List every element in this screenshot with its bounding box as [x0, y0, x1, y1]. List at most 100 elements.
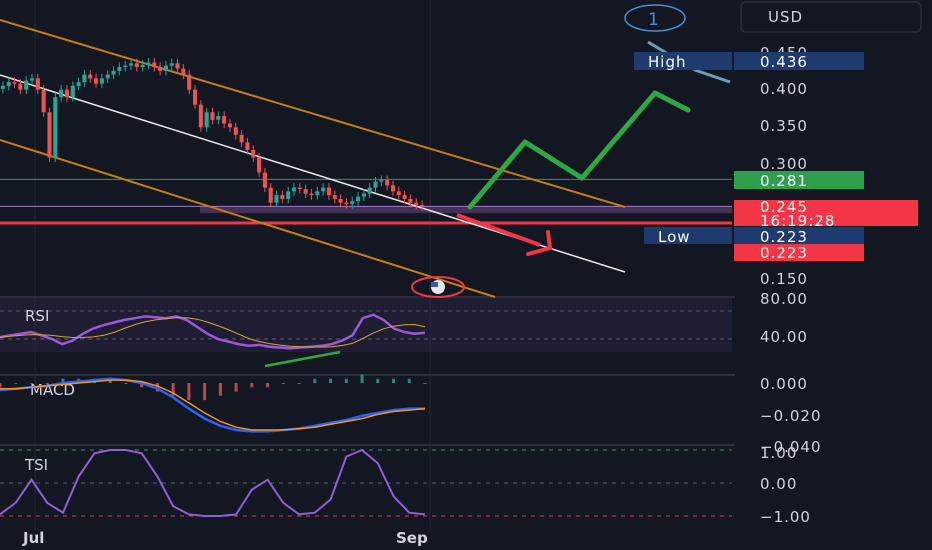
candle-body	[187, 74, 192, 90]
candle-body	[128, 63, 134, 66]
candle-body	[332, 195, 337, 199]
high-label: High	[648, 53, 686, 71]
candle-body	[70, 85, 75, 98]
macd-histogram-bar	[297, 383, 301, 384]
macd-histogram-bar	[344, 378, 348, 383]
rsi-band	[0, 298, 732, 352]
macd-histogram-bar	[234, 383, 238, 392]
tsi-tick-1: 1.00	[760, 444, 797, 462]
candle-body	[326, 187, 331, 196]
macd-histogram-bar	[0, 383, 2, 388]
last-value: 0.281	[760, 172, 808, 190]
candle-body	[94, 78, 99, 84]
macd-histogram-bar	[250, 383, 254, 388]
candle-body	[163, 65, 168, 71]
candle-body	[280, 195, 285, 199]
time-label-jul: Jul	[22, 529, 44, 547]
macd-histogram-bar	[392, 378, 396, 383]
candle-body	[41, 89, 46, 113]
price-tick-4: 0.150	[760, 270, 808, 288]
candle-body	[356, 196, 361, 202]
candle-body	[76, 82, 81, 86]
macd-histogram-bar	[329, 378, 333, 383]
candle-body	[286, 191, 291, 199]
candle-body	[181, 68, 186, 75]
candle-body	[239, 134, 244, 143]
tsi-tick-0: 0.00	[760, 475, 797, 493]
candle-body	[222, 116, 227, 124]
candle-body	[338, 198, 343, 203]
candle-body	[47, 112, 52, 158]
candle-body	[291, 187, 297, 192]
candle-body	[420, 204, 425, 207]
candle-body	[59, 89, 64, 98]
candle-body	[111, 70, 116, 75]
candle-body	[233, 127, 238, 135]
time-label-sep: Sep	[396, 529, 428, 547]
candle-body	[373, 181, 378, 188]
rsi-label: RSI	[25, 307, 49, 325]
macd-histogram-bar	[360, 374, 364, 383]
low-value-red: 0.223	[760, 244, 808, 262]
macd-tick-0: 0.000	[760, 375, 808, 393]
candle-body	[169, 63, 174, 66]
alert-number: 1	[648, 10, 660, 30]
macd-histogram-bar	[45, 383, 49, 384]
candle-body	[204, 112, 209, 128]
chart-root: RSI MACD TSI USD 0.450 0.400 0.350 0.300…	[0, 0, 932, 550]
candle-body	[379, 180, 384, 182]
candle-body	[175, 63, 180, 69]
candle-body	[274, 195, 279, 203]
macd-histogram-bar	[29, 383, 33, 384]
candle-body	[268, 187, 273, 203]
candle-body	[117, 67, 122, 71]
candle-body	[385, 180, 390, 186]
candle-body	[227, 123, 233, 128]
candle-body	[12, 82, 17, 84]
candle-body	[0, 85, 5, 89]
rsi-tick-40: 40.00	[760, 328, 808, 346]
candle-body	[315, 191, 320, 196]
candle-body	[152, 62, 157, 68]
candle-body	[309, 193, 314, 196]
candle-body	[344, 202, 349, 205]
macd-histogram-bar	[407, 378, 411, 383]
price-tick-2: 0.350	[760, 117, 808, 135]
macd-histogram-bar	[124, 383, 128, 384]
candle-body	[297, 187, 302, 190]
macd-tick-1: −0.020	[760, 407, 822, 425]
candle-body	[24, 80, 29, 90]
candle-body	[396, 191, 401, 196]
candle-body	[64, 89, 69, 98]
price-tick-3: 0.300	[760, 155, 808, 173]
candle-body	[158, 67, 163, 71]
macd-histogram-bar	[281, 383, 285, 384]
candle-body	[390, 185, 396, 192]
candle-body	[245, 142, 250, 150]
candle-body	[361, 193, 366, 197]
us-flag-canton	[431, 282, 438, 287]
macd-histogram-bar	[218, 383, 222, 396]
candle-body	[414, 202, 419, 205]
candle-body	[210, 112, 215, 120]
candle-body	[134, 63, 139, 68]
macd-histogram-bar	[376, 378, 380, 383]
candle-body	[123, 65, 128, 68]
candle-body	[99, 78, 104, 84]
candle-body	[216, 116, 221, 120]
candle-body	[53, 97, 58, 158]
high-value: 0.436	[760, 53, 808, 71]
candle-body	[6, 82, 11, 86]
macd-histogram-bar	[14, 383, 18, 384]
macd-histogram-bar	[203, 383, 207, 401]
candle-body	[367, 187, 372, 194]
tsi-tick-minus1: −1.00	[760, 508, 811, 526]
price-tick-1: 0.400	[760, 80, 808, 98]
macd-histogram-bar	[187, 383, 191, 401]
candle-body	[18, 83, 23, 90]
tsi-label: TSI	[24, 456, 48, 474]
low-label: Low	[658, 228, 691, 246]
candle-body	[198, 104, 203, 128]
candle-body	[262, 172, 267, 188]
candle-body	[192, 89, 198, 105]
